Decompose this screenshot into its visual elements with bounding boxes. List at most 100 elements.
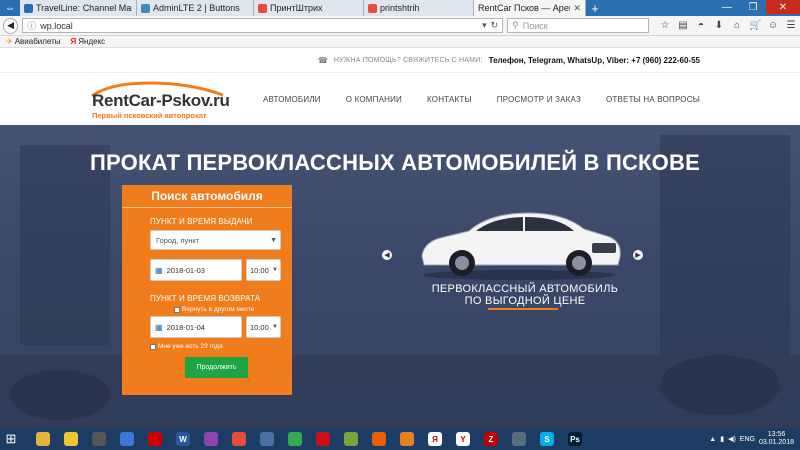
menu-icon[interactable]: ☰ bbox=[785, 20, 797, 31]
taskbar-app[interactable] bbox=[368, 430, 390, 448]
taskbar-app[interactable] bbox=[312, 430, 334, 448]
taskbar-app[interactable] bbox=[116, 430, 138, 448]
bookmark-star-icon[interactable]: ☆ bbox=[659, 20, 671, 31]
pickup-label: ПУНКТ И ВРЕМЯ ВЫДАЧИ bbox=[150, 217, 253, 226]
browser-tab[interactable]: TravelLine: Channel Manage bbox=[20, 0, 137, 16]
logo-name: RentCar-Pskov.ru bbox=[92, 91, 230, 110]
return-time-select[interactable]: 10:00 ▼ bbox=[246, 316, 281, 338]
taskbar-app[interactable]: S bbox=[536, 430, 558, 448]
clock-date: 03.01.2018 bbox=[758, 439, 794, 446]
user-icon[interactable]: ☺ bbox=[767, 20, 779, 31]
return-date-input[interactable]: ▦ 2018-01-04 bbox=[150, 316, 242, 338]
calendar-icon: ▦ bbox=[155, 265, 163, 275]
media-icon bbox=[204, 432, 218, 446]
shopping-cart-icon[interactable]: 🛒 bbox=[749, 20, 761, 31]
taskbar-app[interactable] bbox=[32, 430, 54, 448]
taskbar-app[interactable] bbox=[396, 430, 418, 448]
return-date-value: 2018-01-04 bbox=[166, 322, 205, 332]
taskbar-app[interactable] bbox=[60, 430, 82, 448]
tab-list-icon[interactable]: ⇔ bbox=[0, 0, 20, 16]
bookmarks-bar: ✈ Авиабилеты Я Яндекс bbox=[0, 36, 800, 48]
tab-title: TravelLine: Channel Manage bbox=[36, 3, 132, 13]
web-page: ☎ НУЖНА ПОМОЩЬ? СВЯЖИТЕСЬ С НАМИ: Телефо… bbox=[0, 48, 800, 428]
return-label: ПУНКТ И ВРЕМЯ ВОЗВРАТА bbox=[150, 294, 261, 303]
word-icon: W bbox=[176, 432, 190, 446]
home-icon[interactable]: ⌂ bbox=[731, 20, 743, 31]
taskbar-app[interactable]: Я bbox=[424, 430, 446, 448]
save-icon bbox=[260, 432, 274, 446]
browser-tab[interactable]: ПринтШтрих bbox=[254, 0, 364, 16]
taskbar-app[interactable] bbox=[88, 430, 110, 448]
help-text: НУЖНА ПОМОЩЬ? СВЯЖИТЕСЬ С НАМИ: bbox=[333, 56, 483, 64]
url-text[interactable]: wp.local bbox=[40, 21, 478, 31]
menu-item-about[interactable]: О КОМПАНИИ bbox=[346, 95, 402, 104]
search-input[interactable]: ⚲ Поиск bbox=[507, 18, 649, 33]
network-icon[interactable]: ▮ bbox=[720, 435, 724, 443]
volume-icon[interactable]: ◀) bbox=[728, 435, 736, 443]
site-header: RentCar-Pskov.ru Первый псковский автопр… bbox=[0, 72, 800, 125]
slide-caption: ПЕРВОКЛАССНЫЙ АВТОМОБИЛЬ ПО ВЫГОДНОЙ ЦЕН… bbox=[400, 283, 650, 307]
tab-favicon-icon bbox=[141, 3, 150, 13]
reading-list-icon[interactable]: ▤ bbox=[677, 20, 689, 31]
reload-icon[interactable]: ↻ bbox=[491, 20, 499, 31]
browser-tab[interactable]: printshtrih bbox=[364, 0, 474, 16]
chrome-icon bbox=[288, 432, 302, 446]
system-tray: ▲ ▮ ◀) ENG 13:56 03.01.2018 bbox=[709, 428, 800, 450]
back-arrow-icon[interactable]: ◀ bbox=[3, 17, 19, 34]
menu-item-faq[interactable]: ОТВЕТЫ НА ВОПРОСЫ bbox=[606, 95, 700, 104]
continue-button[interactable]: Продолжить bbox=[185, 357, 248, 378]
windows-start-icon[interactable]: ⊞ bbox=[0, 428, 22, 450]
close-window-icon[interactable]: ✕ bbox=[766, 0, 800, 14]
minimize-icon[interactable]: — bbox=[714, 0, 740, 14]
taskbar-app[interactable] bbox=[228, 430, 250, 448]
taskbar-app[interactable] bbox=[508, 430, 530, 448]
tray-arrow-icon[interactable]: ▲ bbox=[709, 436, 716, 443]
taskbar-app[interactable]: W bbox=[172, 430, 194, 448]
menu-item-contacts[interactable]: КОНТАКТЫ bbox=[427, 95, 472, 104]
plane-icon: ✈ bbox=[6, 37, 13, 46]
taskbar-app[interactable] bbox=[256, 430, 278, 448]
taskbar-app[interactable] bbox=[200, 430, 222, 448]
dropdown-icon[interactable]: ▾ bbox=[482, 20, 487, 31]
bookmark-aviabilety[interactable]: ✈ Авиабилеты bbox=[6, 37, 61, 46]
site-logo[interactable]: RentCar-Pskov.ru Первый псковский автопр… bbox=[90, 81, 230, 121]
tab-title: printshtrih bbox=[380, 3, 420, 13]
age-checkbox[interactable] bbox=[150, 343, 156, 350]
taskbar-app[interactable]: Y bbox=[452, 430, 474, 448]
pickup-time-select[interactable]: 10:00 ▼ bbox=[246, 259, 281, 281]
pocket-icon[interactable]: ◓ bbox=[695, 20, 707, 31]
taskbar-apps: W Я Y Z S Ps bbox=[32, 430, 592, 448]
explorer-icon bbox=[64, 432, 78, 446]
maximize-icon[interactable]: ❐ bbox=[740, 0, 766, 14]
browser-tab[interactable]: AdminLTE 2 | Buttons bbox=[137, 0, 254, 16]
contacts-text: Телефон, Telegram, WhatsUp, Viber: +7 (9… bbox=[488, 55, 700, 65]
calculator-icon bbox=[512, 432, 526, 446]
yandex-icon: Y bbox=[456, 432, 470, 446]
slider-next-icon[interactable]: ▶ bbox=[633, 250, 643, 260]
browser-tab-active[interactable]: RentCar Псков — Аренда автом ✕ bbox=[474, 0, 586, 16]
info-icon[interactable]: ⓘ bbox=[27, 19, 36, 32]
clock[interactable]: 13:56 03.01.2018 bbox=[759, 431, 794, 447]
taskbar-app[interactable] bbox=[144, 430, 166, 448]
taskbar-app[interactable] bbox=[284, 430, 306, 448]
url-bar[interactable]: ⓘ wp.local ▾ ↻ bbox=[22, 18, 504, 33]
slider-prev-icon[interactable]: ◀ bbox=[382, 250, 392, 260]
taskbar-app[interactable]: Z bbox=[480, 430, 502, 448]
language-indicator[interactable]: ENG bbox=[740, 436, 755, 443]
search-placeholder: Поиск bbox=[522, 20, 548, 31]
menu-item-cars[interactable]: АВТОМОБИЛИ bbox=[263, 95, 321, 104]
taskbar-app[interactable]: Ps bbox=[564, 430, 586, 448]
pickup-date-input[interactable]: ▦ 2018-01-03 bbox=[150, 259, 242, 281]
return-other-place-checkbox[interactable] bbox=[174, 306, 180, 313]
new-tab-button[interactable]: + bbox=[586, 0, 604, 16]
download-icon[interactable]: ⬇ bbox=[713, 20, 725, 31]
filezilla-icon: Z bbox=[484, 432, 498, 446]
car-image bbox=[421, 212, 621, 280]
slide-caption-underline bbox=[488, 308, 558, 310]
menu-item-order[interactable]: ПРОСМОТР И ЗАКАЗ bbox=[497, 95, 581, 104]
browser-navbar: ◀ ⓘ wp.local ▾ ↻ ⚲ Поиск ☆ ▤ ◓ ⬇ ⌂ 🛒 ☺ ☰ bbox=[0, 16, 800, 36]
taskbar-app[interactable] bbox=[340, 430, 362, 448]
pickup-location-select[interactable]: Город, пункт ▼ bbox=[150, 230, 281, 250]
bookmark-yandex[interactable]: Я Яндекс bbox=[71, 37, 106, 46]
close-tab-icon[interactable]: ✕ bbox=[573, 3, 581, 14]
